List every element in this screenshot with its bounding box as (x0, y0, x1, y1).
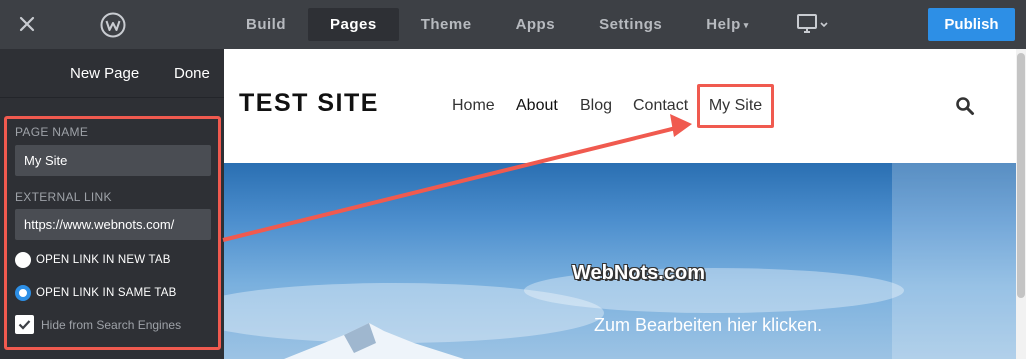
weebly-logo-icon[interactable] (100, 12, 126, 38)
site-preview: TEST SITE Home About Blog Contact My Sit… (224, 49, 1026, 359)
open-same-tab-label: OPEN LINK IN SAME TAB (36, 287, 177, 299)
hero-edge-panel (892, 163, 1016, 359)
publish-button[interactable]: Publish (928, 8, 1015, 41)
webnots-watermark: WebNots.com (572, 262, 705, 284)
page-settings-panel: PAGE NAME My Site EXTERNAL LINK https://… (4, 116, 221, 350)
hero-text[interactable]: Zum Bearbeiten hier klicken. (594, 315, 822, 336)
external-link-input[interactable]: https://www.webnots.com/ (15, 209, 211, 240)
site-nav-home[interactable]: Home (452, 97, 495, 115)
new-page-button[interactable]: New Page (70, 65, 139, 82)
search-icon[interactable] (955, 96, 975, 116)
tab-settings[interactable]: Settings (577, 8, 684, 41)
site-nav-blog[interactable]: Blog (580, 97, 612, 115)
chevron-down-icon: ▾ (743, 19, 749, 30)
desktop-preview-icon[interactable] (796, 12, 830, 36)
tab-apps[interactable]: Apps (494, 8, 578, 41)
page-name-input[interactable]: My Site (15, 145, 211, 176)
sidebar-header: New Page Done (0, 49, 224, 98)
page-name-label: PAGE NAME (15, 125, 89, 139)
tab-pages[interactable]: Pages (308, 8, 399, 41)
tab-build[interactable]: Build (224, 8, 308, 41)
tab-theme[interactable]: Theme (399, 8, 494, 41)
open-new-tab-label: OPEN LINK IN NEW TAB (36, 254, 171, 266)
scrollbar-thumb[interactable] (1017, 53, 1025, 298)
editor-tabs: Build Pages Theme Apps Settings Help ▾ (224, 8, 771, 41)
close-icon[interactable] (15, 12, 39, 36)
site-nav-contact[interactable]: Contact (633, 97, 688, 115)
done-button[interactable]: Done (174, 65, 210, 82)
mountain-peak-shape (284, 323, 464, 359)
site-title[interactable]: TEST SITE (239, 89, 379, 118)
editor-topbar: Build Pages Theme Apps Settings Help ▾ Pu… (0, 0, 1026, 49)
site-nav-my-site[interactable]: My Site (697, 84, 774, 128)
external-link-label: EXTERNAL LINK (15, 190, 112, 204)
tab-help[interactable]: Help ▾ (684, 8, 771, 41)
open-same-tab-radio[interactable] (15, 285, 31, 301)
hide-search-label: Hide from Search Engines (41, 318, 182, 332)
preview-scrollbar[interactable] (1016, 49, 1026, 359)
open-new-tab-radio[interactable] (15, 252, 31, 268)
hero-banner[interactable]: WebNots.com Zum Bearbeiten hier klicken. (224, 163, 1016, 359)
hide-search-checkbox[interactable] (15, 315, 34, 334)
checkmark-icon (18, 320, 31, 330)
site-nav-about[interactable]: About (516, 97, 558, 115)
